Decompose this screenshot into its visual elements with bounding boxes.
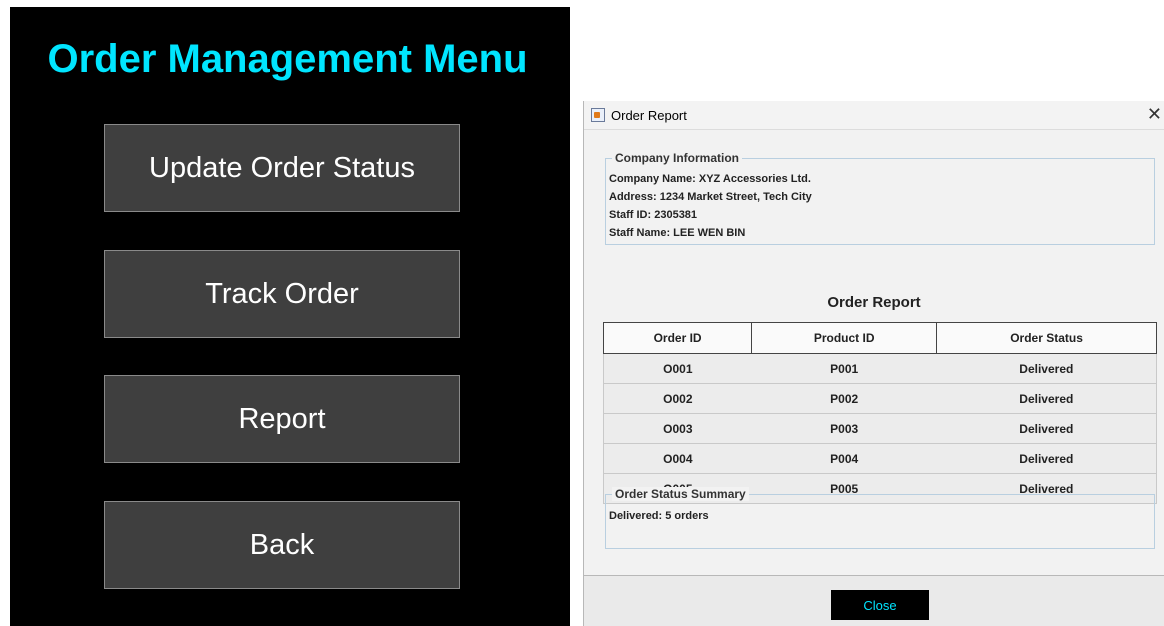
update-order-status-button[interactable]: Update Order Status (104, 124, 460, 212)
table-header-row: Order ID Product ID Order Status (602, 322, 1157, 354)
report-heading: Order Report (827, 294, 921, 311)
report-button[interactable]: Report (104, 375, 460, 463)
cell-order-id[interactable]: O002 (602, 383, 752, 414)
table-row[interactable]: O004 P004 Delivered (602, 443, 1157, 474)
window-titlebar[interactable]: Order Report ✕ (584, 101, 1164, 130)
column-header-order-id[interactable]: Order ID (602, 322, 753, 354)
order-management-menu: Order Management Menu Update Order Statu… (10, 7, 570, 626)
close-button[interactable]: Close (831, 590, 929, 620)
report-content: Company Information Company Name: XYZ Ac… (584, 130, 1164, 575)
cell-product-id[interactable]: P002 (751, 383, 937, 414)
table-row[interactable]: O002 P002 Delivered (602, 383, 1157, 414)
staff-name: Staff Name: LEE WEN BIN (609, 227, 746, 239)
company-info-group: Company Information Company Name: XYZ Ac… (605, 151, 1155, 245)
table-row[interactable]: O001 P001 Delivered (602, 353, 1157, 384)
order-table: Order ID Product ID Order Status O001 P0… (602, 322, 1157, 504)
java-app-icon (591, 108, 605, 122)
company-name: Company Name: XYZ Accessories Ltd. (609, 173, 811, 185)
table-row[interactable]: O003 P003 Delivered (602, 413, 1157, 444)
order-report-window: Order Report ✕ Company Information Compa… (583, 101, 1164, 626)
staff-id: Staff ID: 2305381 (609, 209, 698, 221)
cell-product-id[interactable]: P003 (751, 413, 937, 444)
track-order-button[interactable]: Track Order (104, 250, 460, 338)
summary-text: Delivered: 5 orders (609, 510, 709, 522)
cell-order-status[interactable]: Delivered (936, 413, 1157, 444)
order-status-summary-group: Order Status Summary Delivered: 5 orders (605, 487, 1155, 549)
dialog-footer: Close (584, 575, 1164, 626)
window-title: Order Report (611, 108, 687, 123)
company-address: Address: 1234 Market Street, Tech City (609, 191, 812, 203)
menu-title: Order Management Menu (47, 37, 528, 81)
cell-order-status[interactable]: Delivered (936, 353, 1157, 384)
company-info-legend: Company Information (612, 151, 743, 165)
cell-order-status[interactable]: Delivered (936, 383, 1157, 414)
cell-product-id[interactable]: P004 (751, 443, 937, 474)
cell-product-id[interactable]: P001 (751, 353, 937, 384)
cell-order-id[interactable]: O001 (602, 353, 752, 384)
column-header-order-status[interactable]: Order Status (936, 322, 1157, 354)
cell-order-id[interactable]: O004 (602, 443, 752, 474)
cell-order-status[interactable]: Delivered (936, 443, 1157, 474)
cell-order-id[interactable]: O003 (602, 413, 752, 444)
summary-legend: Order Status Summary (612, 487, 749, 501)
close-icon[interactable]: ✕ (1147, 104, 1162, 125)
back-button[interactable]: Back (104, 501, 460, 589)
column-header-product-id[interactable]: Product ID (751, 322, 938, 354)
